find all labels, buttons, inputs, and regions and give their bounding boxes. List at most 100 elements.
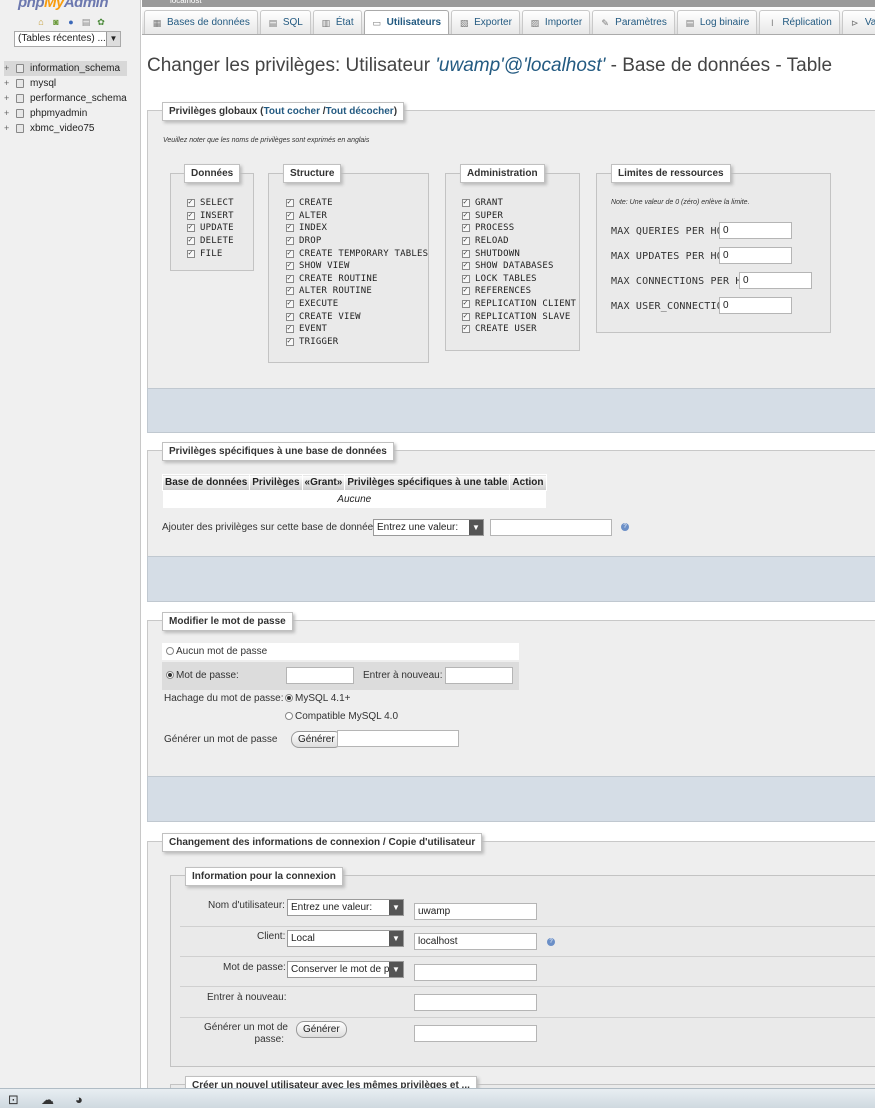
- radio-checked[interactable]: [285, 694, 293, 702]
- privilege-execute-checkbox[interactable]: EXECUTE: [286, 298, 428, 311]
- query-window-icon[interactable]: ●: [66, 17, 76, 27]
- tab-export[interactable]: ▧ Exporter: [451, 10, 520, 34]
- privilege-lock-tables-checkbox[interactable]: LOCK TABLES: [462, 273, 576, 286]
- radio-unchecked[interactable]: [166, 647, 174, 655]
- tab-sql[interactable]: ▤ SQL: [259, 10, 311, 34]
- privilege-delete-checkbox[interactable]: DELETE: [187, 235, 234, 248]
- hash-mysql41-option[interactable]: MySQL 4.1+: [285, 693, 351, 704]
- checkbox-checked[interactable]: [187, 210, 195, 220]
- privilege-shutdown-checkbox[interactable]: SHUTDOWN: [462, 247, 576, 260]
- add-db-privileges-select[interactable]: Entrez une valeur: ▼: [373, 519, 484, 536]
- privilege-create-temp-tables-checkbox[interactable]: CREATE TEMPORARY TABLES: [286, 247, 428, 260]
- username-input[interactable]: uwamp: [414, 903, 537, 920]
- privilege-file-checkbox[interactable]: FILE: [187, 247, 234, 260]
- help-icon[interactable]: ?: [621, 523, 629, 531]
- home-icon[interactable]: ⌂: [36, 17, 46, 27]
- privilege-create-user-checkbox[interactable]: CREATE USER: [462, 323, 576, 336]
- privilege-references-checkbox[interactable]: REFERENCES: [462, 285, 576, 298]
- tab-variables[interactable]: ⊳ Var: [841, 10, 875, 34]
- checkbox-checked[interactable]: [462, 273, 470, 283]
- server-name[interactable]: localhost: [170, 0, 202, 5]
- checkbox-checked[interactable]: [462, 285, 470, 296]
- checkbox-checked[interactable]: [286, 197, 294, 208]
- database-item[interactable]: + mysql: [4, 76, 127, 91]
- recent-tables-select[interactable]: (Tables récentes) ... ▼: [14, 31, 121, 47]
- privilege-alter-checkbox[interactable]: ALTER: [286, 210, 428, 223]
- checkbox-checked[interactable]: [187, 222, 195, 233]
- checkbox-checked[interactable]: [462, 235, 470, 246]
- tab-databases[interactable]: ▦ Bases de données: [144, 10, 258, 34]
- login-generate-button[interactable]: Générer: [296, 1021, 347, 1038]
- max-queries-input[interactable]: 0: [719, 222, 792, 239]
- database-item[interactable]: + phpmyadmin: [4, 106, 127, 121]
- checkbox-checked[interactable]: [462, 298, 470, 309]
- settings-icon[interactable]: ✿: [96, 17, 106, 27]
- checkbox-checked[interactable]: [286, 311, 294, 321]
- checkbox-checked[interactable]: [286, 323, 294, 334]
- radio-checked[interactable]: [166, 671, 174, 679]
- max-user-connections-input[interactable]: 0: [719, 297, 792, 314]
- expand-icon[interactable]: +: [4, 91, 14, 106]
- uncheck-all-link[interactable]: Tout décocher: [326, 106, 394, 117]
- expand-icon[interactable]: +: [4, 61, 14, 76]
- privilege-trigger-checkbox[interactable]: TRIGGER: [286, 336, 428, 349]
- checkbox-checked[interactable]: [286, 273, 294, 283]
- checkbox-checked[interactable]: [462, 210, 470, 220]
- username-select[interactable]: Entrez une valeur: ▼: [287, 899, 404, 916]
- host-select[interactable]: Local ▼: [287, 930, 404, 947]
- privilege-update-checkbox[interactable]: UPDATE: [187, 222, 234, 235]
- privilege-super-checkbox[interactable]: SUPER: [462, 210, 576, 223]
- tab-import[interactable]: ▨ Importer: [521, 10, 591, 34]
- tab-users[interactable]: ▭ Utilisateurs: [363, 10, 450, 34]
- privilege-grant-checkbox[interactable]: GRANT: [462, 197, 576, 210]
- checkbox-checked[interactable]: [462, 323, 470, 334]
- checkbox-checked[interactable]: [187, 248, 195, 258]
- help-icon[interactable]: ?: [547, 938, 555, 946]
- phpmyadmin-logo[interactable]: phpMyAdmin: [18, 0, 109, 11]
- checkbox-checked[interactable]: [286, 235, 294, 246]
- host-input[interactable]: localhost: [414, 933, 537, 950]
- hash-mysql40-option[interactable]: Compatible MySQL 4.0: [285, 711, 398, 722]
- privilege-event-checkbox[interactable]: EVENT: [286, 323, 428, 336]
- max-connections-input[interactable]: 0: [739, 272, 812, 289]
- documentation-icon[interactable]: ▤: [81, 17, 91, 27]
- no-password-option[interactable]: Aucun mot de passe: [166, 646, 267, 657]
- expand-icon[interactable]: +: [4, 106, 14, 121]
- login-password-select[interactable]: Conserver le mot de pa ▼: [287, 961, 404, 978]
- privilege-reload-checkbox[interactable]: RELOAD: [462, 235, 576, 248]
- checkbox-checked[interactable]: [286, 248, 294, 258]
- database-item[interactable]: + information_schema: [4, 61, 127, 76]
- generate-password-button[interactable]: Générer: [291, 731, 342, 748]
- checkbox-checked[interactable]: [286, 336, 294, 346]
- database-item[interactable]: + performance_schema: [4, 91, 127, 106]
- speed-icon[interactable]: ◕: [75, 1092, 83, 1107]
- checkbox-checked[interactable]: [286, 298, 294, 309]
- password-option[interactable]: Mot de passe:: [166, 670, 239, 681]
- checkbox-checked[interactable]: [286, 260, 294, 271]
- privilege-create-view-checkbox[interactable]: CREATE VIEW: [286, 310, 428, 323]
- checkbox-checked[interactable]: [462, 222, 470, 233]
- checkbox-checked[interactable]: [462, 197, 470, 208]
- privilege-alter-routine-checkbox[interactable]: ALTER ROUTINE: [286, 285, 428, 298]
- privilege-show-view-checkbox[interactable]: SHOW VIEW: [286, 260, 428, 273]
- tab-status[interactable]: ▥ État: [312, 10, 362, 34]
- checkbox-checked[interactable]: [187, 235, 195, 246]
- password-input[interactable]: [286, 667, 354, 684]
- login-password-input[interactable]: [414, 964, 537, 981]
- tab-settings[interactable]: ✎ Paramètres: [592, 10, 675, 34]
- checkbox-checked[interactable]: [462, 311, 470, 321]
- logout-icon[interactable]: ◙: [51, 17, 61, 27]
- add-db-privileges-input[interactable]: [490, 519, 612, 536]
- privilege-replication-client-checkbox[interactable]: REPLICATION CLIENT: [462, 298, 576, 311]
- privilege-process-checkbox[interactable]: PROCESS: [462, 222, 576, 235]
- generated-password-input[interactable]: [337, 730, 459, 747]
- login-reenter-input[interactable]: [414, 994, 537, 1011]
- checkbox-checked[interactable]: [286, 222, 294, 233]
- expand-icon[interactable]: +: [4, 76, 14, 91]
- checkbox-checked[interactable]: [462, 260, 470, 271]
- privilege-replication-slave-checkbox[interactable]: REPLICATION SLAVE: [462, 310, 576, 323]
- privilege-drop-checkbox[interactable]: DROP: [286, 235, 428, 248]
- privilege-create-routine-checkbox[interactable]: CREATE ROUTINE: [286, 273, 428, 286]
- max-updates-input[interactable]: 0: [719, 247, 792, 264]
- privilege-show-databases-checkbox[interactable]: SHOW DATABASES: [462, 260, 576, 273]
